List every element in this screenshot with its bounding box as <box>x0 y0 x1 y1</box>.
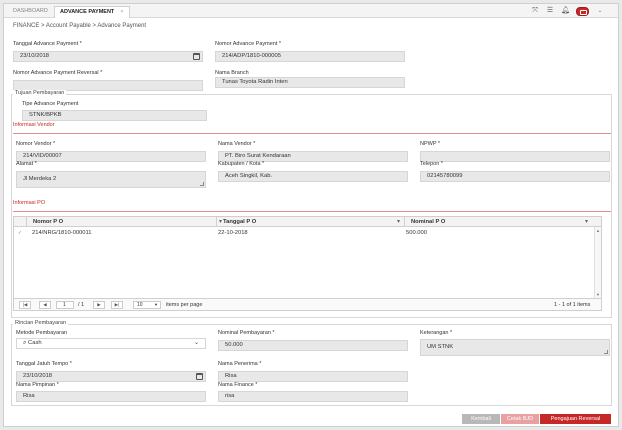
col-tanggal-po[interactable]: Tanggal P O ▾ <box>216 217 404 227</box>
reversal-label: Nomor Advance Payment Reversal * <box>13 70 103 76</box>
pager-page-input[interactable]: 1 <box>56 301 74 309</box>
npwp-label: NPWP * <box>420 141 441 147</box>
nominal-label: Nominal Pembayaran * <box>218 330 275 336</box>
col-nomor-po-label: Nomor P O <box>33 219 64 225</box>
keterangan-value: UM STNK <box>427 344 454 350</box>
tanggal-field[interactable]: 23/10/2018 <box>13 51 203 62</box>
telepon-field: 02145780099 <box>420 171 610 182</box>
tab-bar: DASHBOARD ADVANCE PAYMENT × ⤧ ☰ 🔔︎ ⌄ <box>4 4 618 18</box>
expand-icon[interactable]: ⤧ <box>531 7 539 15</box>
nomor-label: Nomor Advance Payment * <box>215 41 282 47</box>
bell-icon[interactable]: 🔔︎ <box>561 7 570 15</box>
branch-label: Nama Branch <box>215 70 249 76</box>
filter-icon[interactable]: ▾ <box>397 217 400 227</box>
penerima-field: Risa <box>218 371 408 382</box>
tipe-field: STNK/BPKB <box>22 110 207 121</box>
branch-field: Tunas Toyota Radin Inten <box>215 77 405 88</box>
pager-summary: 1 - 1 of 1 items <box>554 302 591 308</box>
calendar-icon[interactable] <box>196 373 203 380</box>
breadcrumb: FINANCE > Account Payable > Advance Paym… <box>13 23 147 29</box>
top-icons: ⤧ ☰ 🔔︎ ⌄ <box>531 6 604 16</box>
vendor-nama-label: Nama Vendor * <box>218 141 256 147</box>
alamat-value: Jl Merdeka 2 <box>23 176 57 182</box>
calendar-icon[interactable] <box>193 53 200 60</box>
po-row-nominal: 500.000 <box>406 230 427 236</box>
rincian-title: Rincian Pembayaran <box>13 320 69 326</box>
pager-prev-button[interactable]: ◀ <box>39 301 51 309</box>
vendor-divider <box>13 133 611 134</box>
po-divider <box>13 211 611 212</box>
po-row-tanggal: 22-10-2018 <box>218 230 248 236</box>
nominal-field: 50.000 <box>218 340 408 351</box>
telepon-label: Telepon * <box>420 161 443 167</box>
resize-handle-icon <box>200 182 204 186</box>
tab-close-icon[interactable]: × <box>120 9 123 15</box>
tanggal-label: Tanggal Advance Payment * <box>13 41 82 47</box>
resize-handle-icon <box>604 350 608 354</box>
po-title: Informasi PO <box>13 200 46 206</box>
po-row-nomor: 214/NRG/1810-000011 <box>32 230 92 236</box>
pager-size-select[interactable]: 10 ▼ <box>133 301 161 309</box>
pimpinan-label: Nama Pimpinan * <box>16 382 59 388</box>
col-nomor-po[interactable]: Nomor P O ▾ <box>26 217 226 227</box>
keterangan-field: UM STNK <box>420 339 610 356</box>
kab-field: Aceh Singkil, Kab. <box>218 171 408 182</box>
finance-field: risa <box>218 391 408 402</box>
tipe-label: Tipe Advance Payment <box>22 101 79 107</box>
kembali-button[interactable]: Kembali <box>462 414 500 424</box>
alamat-label: Alamat * <box>16 161 37 167</box>
chevron-down-icon[interactable]: ⌄ <box>596 7 604 15</box>
metode-value: Cash <box>28 340 42 346</box>
pimpinan-field: Risa <box>16 391 206 402</box>
alamat-field: Jl Merdeka 2 <box>16 171 206 188</box>
po-grid-header: Nomor P O ▾ Tanggal P O ▾ Nominal P O ▾ <box>14 217 601 227</box>
cetak-bjd-button[interactable]: Cetak BJD <box>501 414 539 424</box>
tab-advance-payment-label: ADVANCE PAYMENT <box>60 9 115 15</box>
jatuh-tempo-field[interactable]: 23/10/2018 <box>16 371 206 382</box>
keterangan-label: Keterangan * <box>420 330 453 336</box>
pager-last-button[interactable]: ▶| <box>111 301 123 309</box>
jatuh-tempo-label: Tanggal Jatuh Tempo * <box>16 361 72 367</box>
tujuan-title: Tujuan Pembayaran <box>13 90 67 96</box>
npwp-field <box>420 151 610 162</box>
col-tanggal-po-label: Tanggal P O <box>223 219 257 225</box>
vendor-nomor-label: Nomor Vendor * <box>16 141 56 147</box>
filter-icon[interactable]: ▾ <box>585 217 588 227</box>
pager-next-button[interactable]: ▶ <box>93 301 105 309</box>
po-pager: |◀ ◀ 1 / 1 ▶ ▶| 10 ▼ items per page 1 - 1… <box>14 298 601 310</box>
pager-size-label: items per page <box>166 302 203 308</box>
chevron-down-icon: ▼ <box>154 302 158 307</box>
chevron-down-icon: ⌄ <box>193 340 199 346</box>
scroll-down-icon[interactable]: ▼ <box>596 292 600 297</box>
vendor-title: Informasi Vendor <box>13 122 55 128</box>
pager-of-text: / 1 <box>78 302 85 308</box>
avatar[interactable] <box>576 6 589 16</box>
row-check-icon[interactable]: ✓ <box>18 231 23 236</box>
pager-size-value: 10 <box>137 302 143 308</box>
grid-scrollbar[interactable]: ▲ ▼ <box>594 227 601 298</box>
tab-dashboard[interactable]: DASHBOARD <box>8 6 53 18</box>
metode-select[interactable]: ⌕ Cash ⌄ <box>16 338 206 349</box>
pager-first-button[interactable]: |◀ <box>19 301 31 309</box>
tab-advance-payment[interactable]: ADVANCE PAYMENT × <box>54 6 130 18</box>
pengajuan-reversal-button[interactable]: Pengajuan Reversal <box>540 414 611 424</box>
col-nominal-po-label: Nominal P O <box>411 219 446 225</box>
list-icon[interactable]: ☰ <box>546 7 554 15</box>
app-frame: DASHBOARD ADVANCE PAYMENT × ⤧ ☰ 🔔︎ ⌄ FINA… <box>3 3 619 427</box>
vendor-nomor-field: 214/VID/00007 <box>16 151 206 162</box>
kab-label: Kabupaten / Kota * <box>218 161 265 167</box>
finance-label: Nama Finance * <box>218 382 258 388</box>
col-nominal-po[interactable]: Nominal P O ▾ <box>404 217 592 227</box>
nomor-field[interactable]: 214/ADP/1810-000005 <box>215 51 405 62</box>
tab-dashboard-label: DASHBOARD <box>13 8 48 14</box>
po-grid: Nomor P O ▾ Tanggal P O ▾ Nominal P O ▾ ✓ 2… <box>13 216 602 311</box>
penerima-label: Nama Penerima * <box>218 361 262 367</box>
jatuh-tempo-value: 23/10/2018 <box>23 373 53 379</box>
metode-label: Metode Pembayaran <box>16 330 68 336</box>
scroll-up-icon[interactable]: ▲ <box>596 228 600 233</box>
tanggal-value: 23/10/2018 <box>20 53 50 59</box>
